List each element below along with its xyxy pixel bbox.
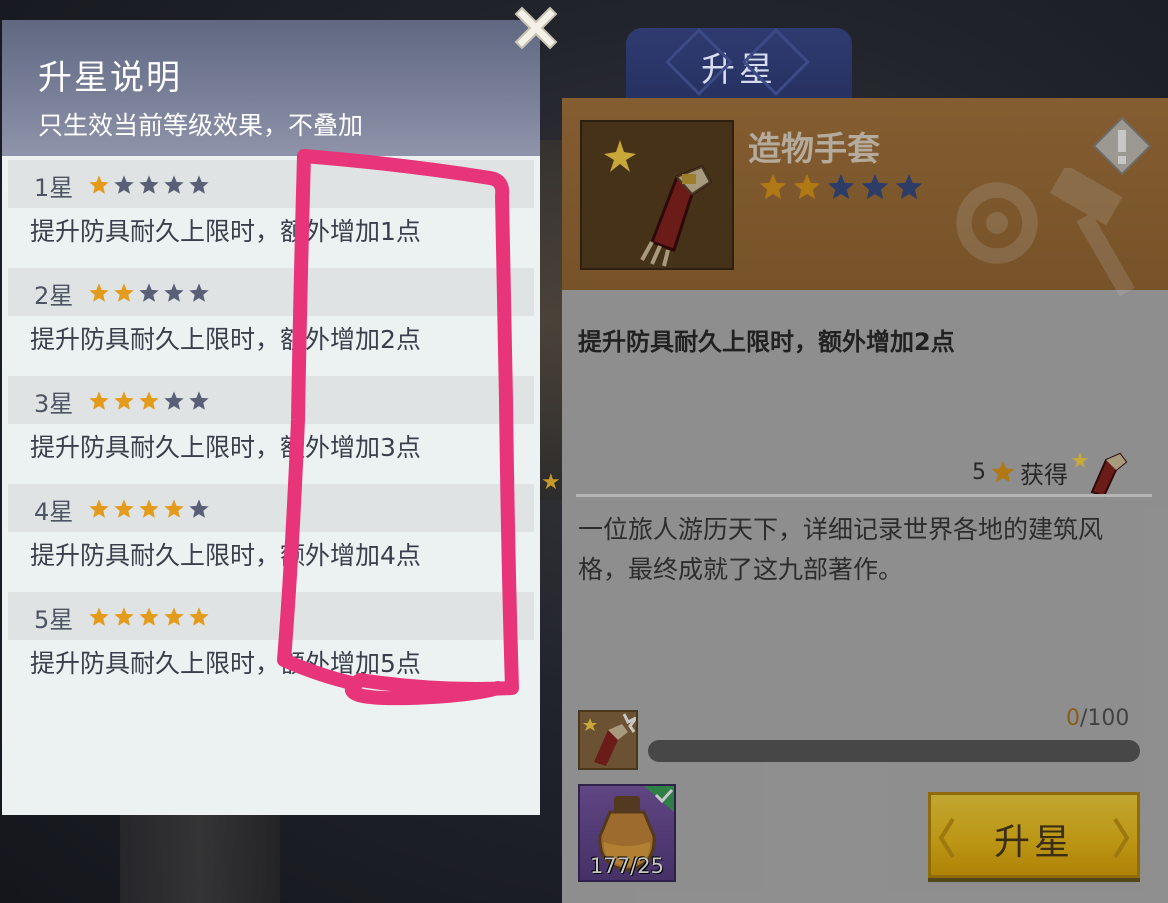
background-star-icon: ★	[541, 470, 561, 495]
level-star-rating	[88, 390, 210, 412]
panel-dim-overlay	[562, 98, 1168, 903]
level-name: 1星	[34, 174, 74, 202]
star-empty-icon	[189, 391, 209, 410]
star-empty-icon	[189, 283, 209, 302]
level-name: 2星	[34, 282, 74, 310]
tab-upgrade[interactable]: 升星	[626, 28, 852, 108]
level-description: 提升防具耐久上限时，额外增加3点	[30, 433, 421, 462]
star-empty-icon	[189, 175, 209, 194]
level-name: 4星	[34, 498, 74, 526]
star-filled-icon	[114, 499, 134, 518]
level-header-bar: 2星	[8, 268, 534, 316]
level-description: 提升防具耐久上限时，额外增加5点	[30, 649, 421, 678]
level-row: 5星提升防具耐久上限时，额外增加5点	[8, 592, 534, 700]
level-description: 提升防具耐久上限时，额外增加4点	[30, 541, 421, 570]
level-header-bar: 4星	[8, 484, 534, 532]
level-name: 5星	[34, 606, 74, 634]
star-filled-icon	[164, 499, 184, 518]
level-row: 3星提升防具耐久上限时，额外增加3点	[8, 376, 534, 484]
star-filled-icon	[139, 499, 159, 518]
star-empty-icon	[139, 175, 159, 194]
close-icon[interactable]	[508, 0, 564, 56]
level-star-rating	[88, 174, 210, 196]
level-star-rating	[88, 282, 210, 304]
background-pillar	[120, 815, 280, 903]
level-row: 4星提升防具耐久上限时，额外增加4点	[8, 484, 534, 592]
star-filled-icon	[89, 607, 109, 626]
star-filled-icon	[139, 607, 159, 626]
star-filled-icon	[89, 499, 109, 518]
level-description: 提升防具耐久上限时，额外增加1点	[30, 217, 421, 246]
popup-title: 升星说明	[38, 58, 182, 98]
star-empty-icon	[164, 391, 184, 410]
star-filled-icon	[189, 607, 209, 626]
popup-subtitle: 只生效当前等级效果，不叠加	[38, 111, 364, 140]
star-filled-icon	[89, 175, 109, 194]
upgrade-info-popup: 升星说明 只生效当前等级效果，不叠加 1星 提升防具耐久上限时，额外增加1点 2星提…	[2, 20, 540, 815]
level-header-bar: 3星	[8, 376, 534, 424]
level-row: 2星提升防具耐久上限时，额外增加2点	[8, 268, 534, 376]
star-filled-icon	[164, 607, 184, 626]
star-filled-icon	[114, 391, 134, 410]
level-description: 提升防具耐久上限时，额外增加2点	[30, 325, 421, 354]
star-empty-icon	[114, 175, 134, 194]
star-filled-icon	[139, 391, 159, 410]
star-filled-icon	[114, 607, 134, 626]
star-filled-icon	[89, 283, 109, 302]
level-header-bar: 1星	[8, 160, 534, 208]
star-empty-icon	[164, 175, 184, 194]
tab-upgrade-label: 升星	[701, 50, 777, 90]
popup-header: 升星说明 只生效当前等级效果，不叠加	[2, 20, 540, 156]
star-empty-icon	[189, 499, 209, 518]
star-empty-icon	[139, 283, 159, 302]
star-empty-icon	[164, 283, 184, 302]
level-star-rating	[88, 606, 210, 628]
star-filled-icon	[89, 391, 109, 410]
level-star-rating	[88, 498, 210, 520]
level-row: 1星提升防具耐久上限时，额外增加1点	[8, 160, 534, 268]
level-header-bar: 5星	[8, 592, 534, 640]
level-name: 3星	[34, 390, 74, 418]
star-filled-icon	[114, 283, 134, 302]
